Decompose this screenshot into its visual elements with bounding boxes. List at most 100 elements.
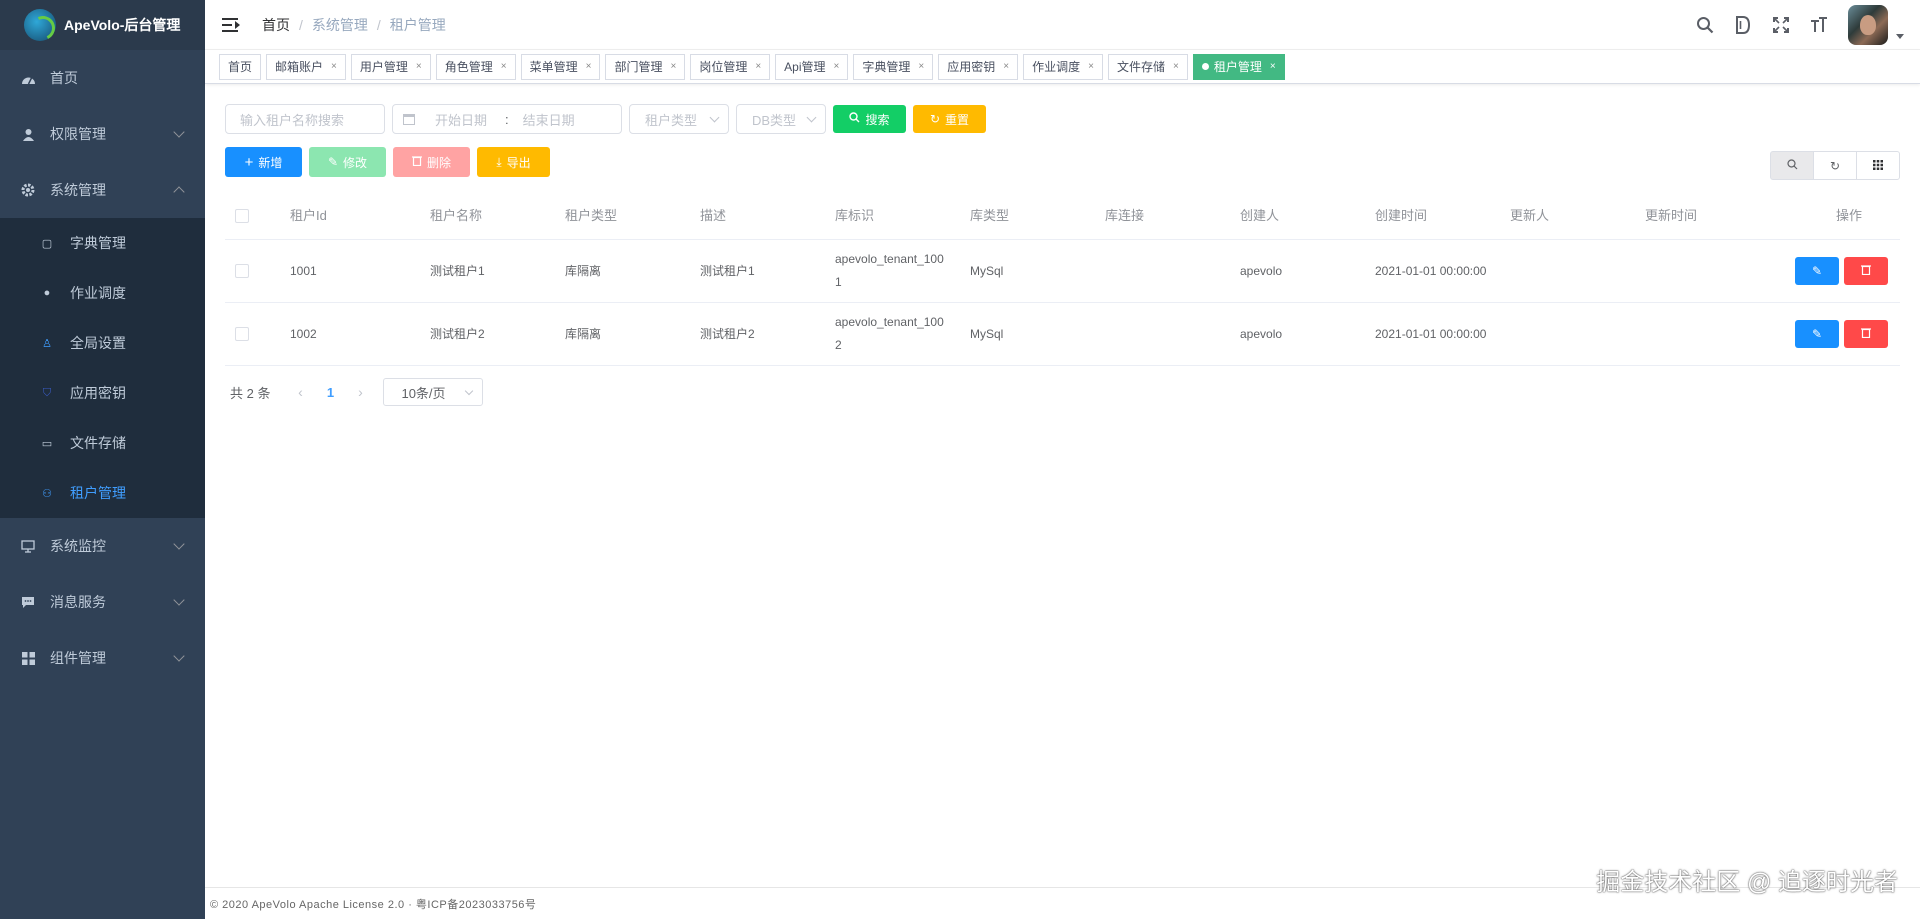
row-checkbox[interactable] [235, 264, 249, 278]
close-icon[interactable]: × [1270, 61, 1276, 72]
tag-role[interactable]: 角色管理 × [435, 53, 516, 80]
tag-label: 角色管理 [444, 60, 493, 74]
row-edit-button[interactable]: ✎ [1795, 320, 1839, 348]
next-page-icon[interactable]: › [345, 384, 375, 400]
system-gear-icon [20, 182, 36, 198]
tenant-type-placeholder: 租户类型 [645, 112, 698, 128]
reset-button[interactable]: ↻ 重置 [913, 105, 986, 133]
close-icon[interactable]: × [1173, 61, 1179, 72]
close-icon[interactable]: × [755, 61, 761, 72]
tag-menu[interactable]: 菜单管理 × [520, 53, 601, 80]
cell-db-type: MySql [970, 263, 1004, 278]
sidebar-item-job-schedule[interactable]: ● 作业调度 [0, 268, 205, 318]
trash-icon [1861, 323, 1871, 346]
shield-icon: ⛉ [42, 386, 52, 399]
action-bar: + 新增 ✎ 修改 删除 ⤓ 导出 ↻ [225, 147, 1900, 180]
calendar-icon [403, 113, 415, 125]
add-button[interactable]: + 新增 [225, 147, 302, 177]
row-delete-button[interactable] [1844, 257, 1888, 285]
close-icon[interactable]: × [1088, 61, 1094, 72]
tag-position[interactable]: 岗位管理 × [690, 53, 771, 80]
sidebar-item-global-settings[interactable]: ♙ 全局设置 [0, 318, 205, 368]
tag-user[interactable]: 用户管理 × [350, 53, 431, 80]
refresh-button[interactable]: ↻ [1813, 151, 1857, 180]
tag-dictionary[interactable]: 字典管理 × [853, 53, 934, 80]
trash-icon [411, 155, 422, 169]
tenant-name-search-input[interactable]: 输入租户名称搜索 [225, 104, 385, 134]
close-icon[interactable]: × [416, 61, 422, 72]
row-checkbox[interactable] [235, 327, 249, 341]
cell-db-type: MySql [970, 326, 1004, 341]
close-icon[interactable]: × [918, 61, 924, 72]
tag-label: Api管理 [784, 60, 826, 74]
sidebar-item-app-secret[interactable]: ⛉ 应用密钥 [0, 368, 205, 418]
sidebar-item-tenant[interactable]: ⚇ 租户管理 [0, 468, 205, 518]
tag-job-schedule[interactable]: 作业调度 × [1023, 53, 1103, 80]
edit-icon: ✎ [1811, 326, 1823, 341]
search-icon [849, 112, 860, 126]
caret-down-icon[interactable] [1896, 33, 1904, 39]
chevron-down-icon [465, 386, 474, 395]
close-icon[interactable]: × [586, 61, 592, 72]
date-range-picker[interactable]: 开始日期 : 结束日期 [392, 104, 622, 134]
sidebar-item-dictionary[interactable]: ▢ 字典管理 [0, 218, 205, 268]
tag-mail-account[interactable]: 邮箱账户 × [266, 53, 346, 80]
search-icon[interactable] [1686, 0, 1724, 50]
close-icon[interactable]: × [501, 61, 507, 72]
toggle-search-button[interactable] [1770, 151, 1814, 180]
row-delete-button[interactable] [1844, 320, 1888, 348]
fullscreen-icon[interactable] [1762, 0, 1800, 50]
tag-home[interactable]: 首页 [219, 53, 262, 80]
user-permission-icon [20, 126, 36, 142]
column-settings-button[interactable] [1856, 151, 1900, 180]
chevron-down-icon [709, 112, 720, 122]
tag-api[interactable]: Api管理 × [775, 53, 849, 80]
edit-button[interactable]: ✎ 修改 [309, 147, 386, 177]
sidebar-item-components[interactable]: 组件管理 [0, 630, 205, 686]
logo[interactable]: ApeVolo-后台管理 [0, 0, 205, 50]
document-icon[interactable] [1724, 0, 1762, 50]
sidebar-item-file-storage[interactable]: ▭ 文件存储 [0, 418, 205, 468]
tenant-type-select[interactable]: 租户类型 [629, 104, 729, 134]
sidebar-item-home[interactable]: 首页 [0, 50, 205, 106]
search-button[interactable]: 搜索 [833, 105, 906, 133]
tag-app-secret[interactable]: 应用密钥 × [938, 53, 1019, 80]
sidebar-item-message[interactable]: 消息服务 [0, 574, 205, 630]
select-all-checkbox[interactable] [235, 208, 249, 223]
page-number[interactable]: 1 [315, 385, 345, 400]
close-icon[interactable]: × [331, 61, 337, 72]
tag-file-storage[interactable]: 文件存储 × [1107, 53, 1188, 80]
table-row[interactable]: 1002 测试租户2 库隔离 测试租户2 apevolo_tenant_1002… [225, 303, 1900, 366]
tag-label: 首页 [228, 60, 253, 74]
navbar-right [1686, 0, 1904, 50]
monitor-icon [20, 538, 36, 554]
row-edit-button[interactable]: ✎ [1795, 257, 1839, 285]
hamburger-menu-icon[interactable] [222, 17, 240, 32]
breadcrumb-tenant: 租户管理 [389, 16, 446, 33]
prev-page-icon[interactable]: ‹ [285, 384, 315, 400]
tag-label: 部门管理 [614, 60, 663, 74]
date-end-placeholder: 结束日期 [522, 112, 575, 128]
sidebar-item-system[interactable]: 系统管理 [0, 162, 205, 218]
close-icon[interactable]: × [670, 61, 676, 72]
table-row[interactable]: 1001 测试租户1 库隔离 测试租户1 apevolo_tenant_1001… [225, 240, 1900, 303]
system-submenu: ▢ 字典管理 ● 作业调度 ♙ 全局设置 ⛉ 应用密钥 ▭ 文件存储 ⚇ 租户管… [0, 218, 205, 518]
avatar[interactable] [1848, 5, 1888, 45]
delete-button[interactable]: 删除 [393, 147, 470, 177]
settings-person-icon: ♙ [42, 337, 52, 350]
breadcrumb-home[interactable]: 首页 [262, 15, 290, 35]
export-button[interactable]: ⤓ 导出 [477, 147, 550, 177]
font-size-icon[interactable] [1800, 0, 1838, 50]
breadcrumb-system: 系统管理 [311, 16, 368, 33]
sidebar-item-permission[interactable]: 权限管理 [0, 106, 205, 162]
column-header: 租户类型 [565, 208, 618, 223]
close-icon[interactable]: × [1003, 61, 1009, 72]
sidebar-item-monitor[interactable]: 系统监控 [0, 518, 205, 574]
close-icon[interactable]: × [834, 61, 840, 72]
tag-tenant[interactable]: 租户管理 × [1192, 53, 1285, 80]
db-type-select[interactable]: DB类型 [736, 104, 826, 134]
column-header: 创建人 [1240, 208, 1280, 223]
tag-department[interactable]: 部门管理 × [605, 53, 686, 80]
sidebar-item-label: 权限管理 [50, 126, 106, 142]
page-size-select[interactable]: 10条/页 [383, 378, 484, 406]
